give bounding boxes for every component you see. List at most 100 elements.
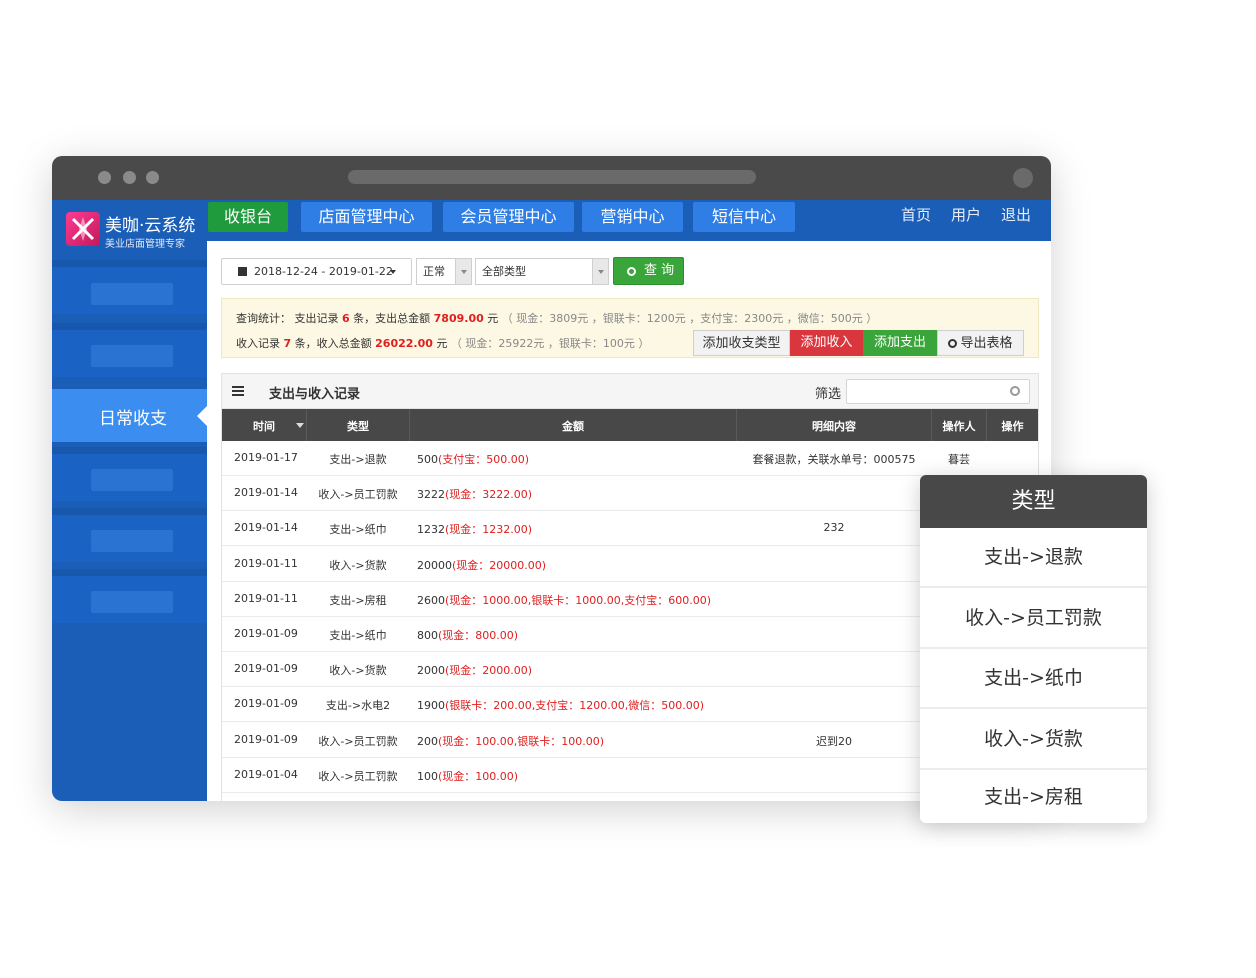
expense-stats: 查询统计： 支出记录 6 条，支出总金额 7809.00 元 （ 现金：3809…: [236, 310, 877, 326]
expense-total: 7809.00: [433, 312, 484, 325]
sidebar-item-1[interactable]: [52, 260, 207, 314]
sidebar-item-daily-income-expense[interactable]: 日常收支: [52, 389, 207, 442]
row-amount: 1900(银联卡：200.00,支付宝：1200.00,微信：500.00): [417, 697, 704, 713]
tab-store-management[interactable]: 店面管理中心: [301, 202, 432, 232]
active-indicator: [197, 406, 207, 426]
table-row[interactable]: 2019-01-11 支出->房租 2600(现金：1000.00,银联卡：1000…: [222, 581, 1038, 617]
sort-icon[interactable]: [296, 423, 304, 428]
row-amount-detail: (现金：20000.00): [452, 558, 547, 572]
table-row[interactable]: 2019-01-09 支出->水电2 1900(银联卡：200.00,支付宝：120…: [222, 687, 1038, 723]
expense-prefix: 支出记录: [294, 312, 339, 325]
popup-item[interactable]: 收入->货款: [920, 710, 1147, 770]
sidebar-item-5[interactable]: [52, 508, 207, 562]
tab-member-management[interactable]: 会员管理中心: [443, 202, 574, 232]
row-type: 收入->货款: [329, 664, 387, 678]
table-row[interactable]: 2019-01-09 收入->货款 2000(现金：2000.00): [222, 652, 1038, 688]
row-type: 支出->房租: [329, 593, 387, 607]
table-row[interactable]: 2019-01-09 收入->员工罚款 200(现金：100.00,银联卡：100.…: [222, 722, 1038, 758]
income-unit: 元: [436, 337, 448, 350]
row-type: 支出->水电2: [325, 699, 391, 713]
sidebar-item-6[interactable]: [52, 569, 207, 623]
income-count: 7: [283, 337, 292, 350]
add-expense-button[interactable]: 添加支出: [863, 330, 937, 356]
brand-subtitle: 美业店面管理专家: [105, 239, 185, 250]
panel-header: 支出与收入记录 筛选: [222, 374, 1038, 409]
window-dot-1[interactable]: [98, 171, 111, 184]
table-row[interactable]: 2019-01-14 收入->员工罚款 3222(现金：3222.00): [222, 476, 1038, 512]
expense-count: 6: [342, 312, 350, 325]
query-button-label: 查 询: [644, 263, 675, 278]
row-amount: 800(现金：800.00): [417, 627, 518, 643]
records-panel: 支出与收入记录 筛选 时间 类型 金额 明细内容 操作人 操作 2019-01-…: [221, 373, 1039, 801]
export-icon: [948, 339, 958, 348]
row-amount: 1232(现金：1232.00): [417, 521, 532, 537]
window-dot-3[interactable]: [146, 171, 159, 184]
sidebar-item-placeholder: [91, 591, 173, 613]
row-amount: 200(现金：100.00,银联卡：100.00): [417, 733, 604, 749]
tab-marketing[interactable]: 营销中心: [582, 202, 683, 232]
row-detail: 迟到20: [816, 734, 852, 748]
popup-item[interactable]: 支出->纸巾: [920, 649, 1147, 709]
income-stats: 收入记录 7 条，收入总金额 26022.00 元 （ 现金：25922元 ，银…: [236, 335, 649, 351]
add-type-button[interactable]: 添加收支类型: [693, 330, 790, 356]
status-select-value: 正常: [423, 265, 445, 278]
row-amount-detail: (现金：2000.00): [445, 664, 533, 678]
row-amount: 20000(现金：20000.00): [417, 557, 546, 573]
sidebar-item-label: 日常收支: [99, 409, 167, 429]
dropdown-button[interactable]: [592, 259, 608, 284]
sidebar: 美咖·云系统 美业店面管理专家 日常收支: [52, 200, 207, 801]
nav-user-link[interactable]: 用户: [951, 204, 981, 225]
popup-item[interactable]: 支出->房租: [920, 768, 1147, 823]
search-icon: [627, 267, 636, 276]
nav-logout-link[interactable]: 退出: [1001, 204, 1031, 225]
statistics-panel: 查询统计： 支出记录 6 条，支出总金额 7809.00 元 （ 现金：3809…: [221, 298, 1039, 358]
date-range-picker[interactable]: 2018-12-24 - 2019-01-22: [221, 258, 412, 285]
expense-unit: 元: [487, 312, 499, 325]
row-detail: 套餐退款，关联水单号：000575: [752, 453, 916, 466]
tab-cashier[interactable]: 收银台: [208, 202, 288, 232]
row-amount-detail: (现金：1000.00,银联卡：1000.00,支付宝：600.00): [445, 593, 712, 607]
export-table-button[interactable]: 导出表格: [937, 330, 1024, 356]
row-date: 2019-01-09: [234, 697, 298, 711]
table-row[interactable]: 2019-01-04 收入->员工罚款 100(现金：100.00): [222, 757, 1038, 793]
address-bar[interactable]: [348, 170, 756, 184]
status-select[interactable]: 正常: [416, 258, 472, 285]
popup-item[interactable]: 收入->员工罚款: [920, 589, 1147, 649]
row-date: 2019-01-04: [234, 767, 298, 781]
table-row[interactable]: 2019-01-11 收入->货款 20000(现金：20000.00): [222, 546, 1038, 582]
nav-home-link[interactable]: 首页: [901, 204, 931, 225]
stats-label: 查询统计：: [236, 312, 291, 325]
table-row[interactable]: 2019-01-14 支出->纸巾 1232(现金：1232.00) 232: [222, 511, 1038, 547]
row-amount-value: 1900: [417, 699, 445, 713]
brand-logo[interactable]: 美咖·云系统 美业店面管理专家: [66, 212, 201, 252]
sidebar-item-4[interactable]: [52, 447, 207, 501]
query-button[interactable]: 查 询: [613, 257, 684, 285]
row-amount: 2600(现金：1000.00,银联卡：1000.00,支付宝：600.00): [417, 592, 711, 608]
row-detail: 232: [823, 521, 845, 535]
tab-sms[interactable]: 短信中心: [693, 202, 795, 232]
row-date: 2019-01-09: [234, 662, 298, 676]
row-date: 2019-01-09: [234, 732, 298, 746]
app-window: 美咖·云系统 美业店面管理专家 日常收支 收银台 店面管理中心 会员管理中心 营…: [52, 156, 1051, 801]
add-income-button[interactable]: 添加收入: [790, 330, 863, 356]
row-amount-value: 800: [417, 629, 438, 642]
calendar-icon: [238, 267, 247, 276]
income-total: 26022.00: [375, 337, 433, 350]
row-type: 收入->货款: [329, 558, 387, 572]
type-popup: 类型 支出->退款 收入->员工罚款 支出->纸巾 收入->货款 支出->房租: [920, 475, 1147, 823]
income-prefix: 收入记录: [236, 337, 280, 350]
dropdown-button[interactable]: [455, 259, 471, 284]
row-type: 支出->纸巾: [329, 523, 387, 537]
browser-menu-icon[interactable]: [1013, 168, 1033, 188]
type-select[interactable]: 全部类型: [475, 258, 609, 285]
window-dot-2[interactable]: [123, 171, 136, 184]
filter-input[interactable]: [846, 379, 1030, 404]
table-row[interactable]: 2019-01-17 支出->退款 500(支付宝：500.00) 套餐退款，关联水单…: [222, 441, 1038, 476]
sidebar-item-2[interactable]: [52, 323, 207, 377]
table-row[interactable]: 2019-01-09 支出->纸巾 800(现金：800.00): [222, 617, 1038, 652]
popup-item[interactable]: 支出->退款: [920, 528, 1147, 588]
chevron-down-icon: [598, 270, 604, 274]
col-date[interactable]: 时间: [222, 418, 306, 434]
row-date: 2019-01-09: [234, 627, 298, 640]
row-amount-value: 200: [417, 734, 438, 748]
